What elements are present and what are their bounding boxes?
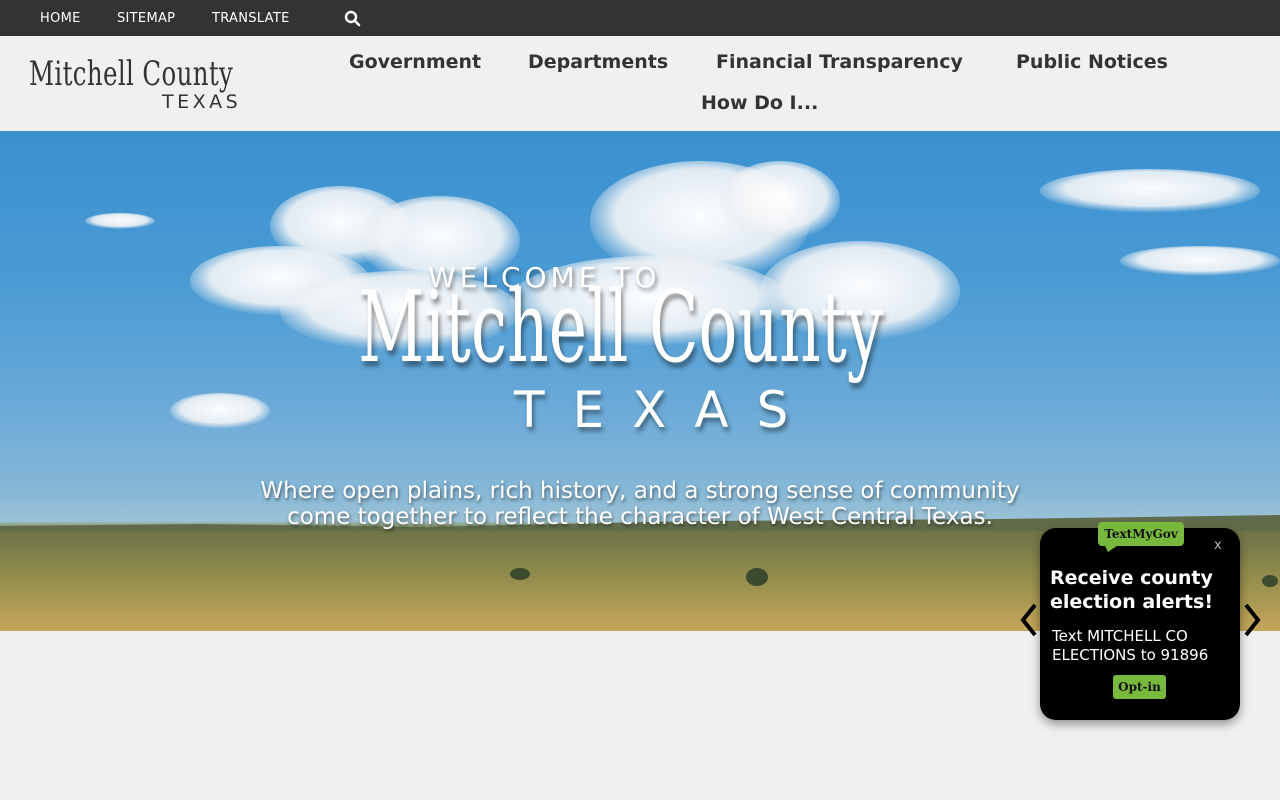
nav-how-do-i[interactable]: How Do I... [701, 92, 818, 114]
hero-state: TEXAS [514, 381, 817, 439]
hero-title: Mitchell County [358, 271, 884, 385]
popup-message: Text MITCHELL CO ELECTIONS to 91896 [1052, 627, 1209, 664]
hero-tagline: Where open plains, rich history, and a s… [260, 478, 1020, 530]
chevron-left-icon[interactable] [1020, 602, 1038, 638]
site-header: Mitchell County TEXAS Government Departm… [0, 36, 1280, 131]
chevron-right-icon[interactable] [1243, 602, 1261, 638]
logo-county-name: Mitchell County [29, 54, 234, 94]
logo-state-name: TEXAS [162, 91, 242, 113]
alerts-popup: TextMyGov x Receive county election aler… [1040, 522, 1240, 720]
nav-departments[interactable]: Departments [528, 51, 668, 73]
utility-bar: HOME SITEMAP TRANSLATE [0, 0, 1280, 36]
search-icon[interactable] [344, 10, 361, 27]
nav-public-notices[interactable]: Public Notices [1016, 51, 1168, 73]
nav-financial-transparency[interactable]: Financial Transparency [716, 51, 963, 73]
translate-link[interactable]: TRANSLATE [212, 11, 290, 26]
popup-title: Receive county election alerts! [1050, 567, 1213, 613]
speech-bubble-tail [1104, 544, 1120, 552]
nav-government[interactable]: Government [349, 51, 481, 73]
close-button[interactable]: x [1214, 538, 1222, 553]
sitemap-link[interactable]: SITEMAP [117, 11, 175, 26]
textmygov-logo: TextMyGov [1098, 522, 1184, 546]
opt-in-button[interactable]: Opt-in [1113, 675, 1166, 699]
home-link[interactable]: HOME [40, 11, 81, 26]
